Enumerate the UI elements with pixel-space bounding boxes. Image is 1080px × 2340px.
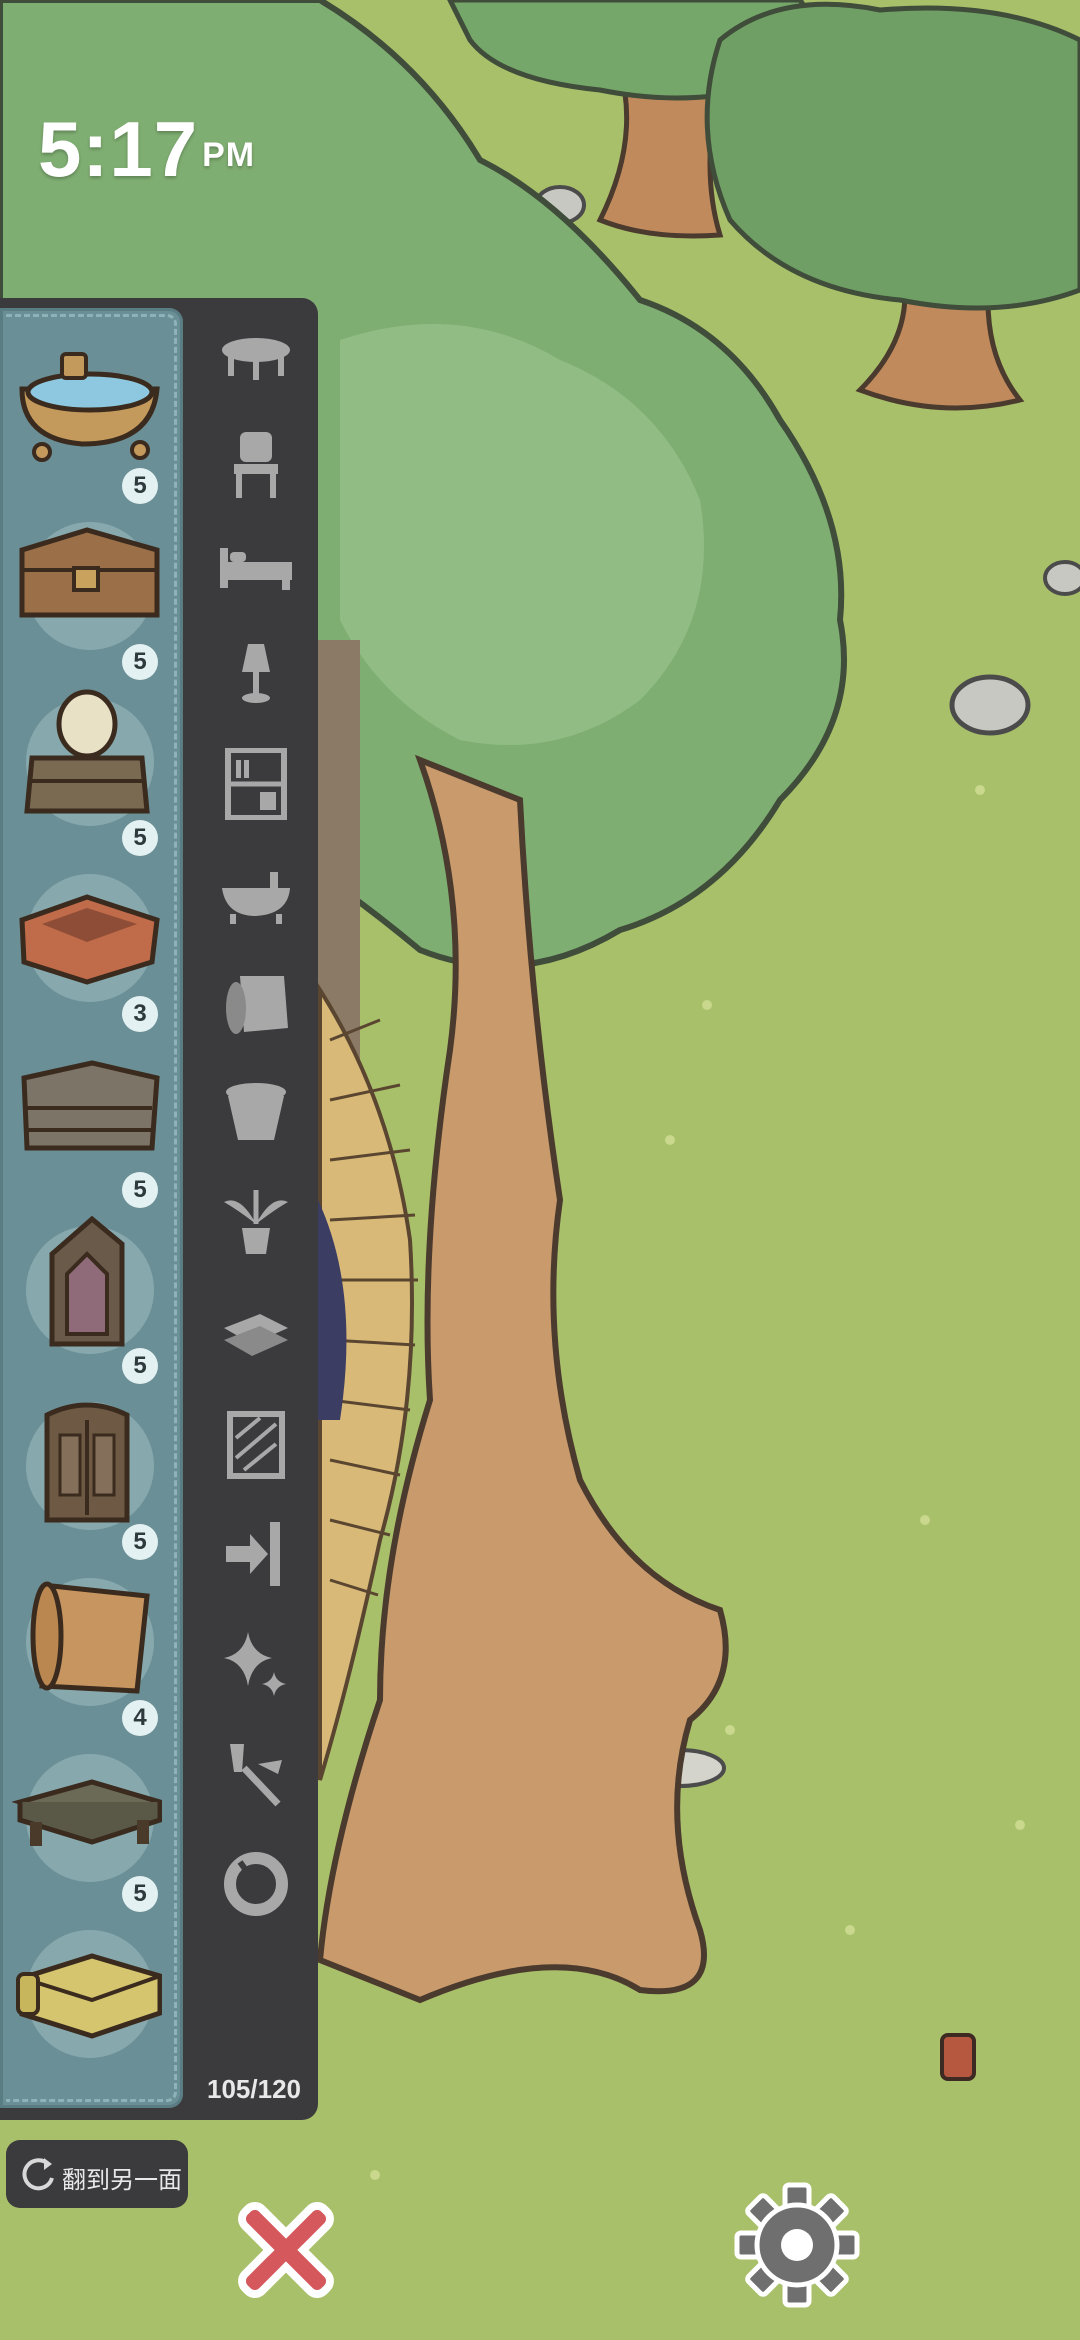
- rotate-icon: [22, 2158, 54, 2191]
- inventory-capacity: 105/120: [207, 2074, 301, 2104]
- close-icon: [238, 2202, 334, 2298]
- inventory-item-bathtub[interactable]: 5: [4, 328, 176, 504]
- category-planks[interactable]: [210, 1288, 300, 1378]
- category-chair[interactable]: [210, 418, 300, 508]
- bed-icon: [220, 548, 292, 590]
- category-tools[interactable]: [210, 1728, 300, 1818]
- item-count: 5: [122, 1876, 158, 1912]
- plant-icon: [224, 1190, 288, 1254]
- sofa-icon: [16, 1953, 162, 2039]
- clock-ampm: PM: [202, 136, 256, 174]
- wallpaper-icon: [227, 1411, 285, 1479]
- item-count: 5: [122, 644, 158, 680]
- shrine-cabinet-icon: [49, 1215, 125, 1347]
- rug-icon: [226, 976, 288, 1034]
- sparkle-icon: [224, 1632, 286, 1696]
- inventory-item-dresser[interactable]: 5: [4, 1032, 176, 1208]
- category-rug[interactable]: [210, 958, 300, 1048]
- dresser-icon: [21, 1060, 160, 1151]
- settings-button[interactable]: [734, 2182, 860, 2308]
- tray-icon: [19, 894, 160, 985]
- item-count: 5: [122, 468, 158, 504]
- item-count: 4: [122, 1700, 158, 1736]
- inventory-item-low-table[interactable]: 5: [4, 1736, 176, 1912]
- chest-icon: [19, 527, 160, 618]
- tools-icon: [230, 1744, 282, 1807]
- inventory-item-vanity[interactable]: 5: [4, 680, 176, 856]
- category-door[interactable]: [210, 1508, 300, 1598]
- item-count: 5: [122, 1172, 158, 1208]
- item-count: 5: [122, 1348, 158, 1384]
- bookshelf-icon: [225, 748, 287, 820]
- category-table[interactable]: [210, 318, 300, 408]
- bathtub-icon: [222, 872, 290, 924]
- low-table-icon: [12, 1779, 162, 1846]
- gear-icon: [734, 2182, 860, 2308]
- category-wallpaper[interactable]: [210, 1398, 300, 1488]
- lamp-icon: [242, 644, 270, 703]
- inventory-item-sofa[interactable]: [4, 1912, 176, 2088]
- item-count: 3: [122, 996, 158, 1032]
- inventory-panel: 5 5 5 3 5 5 5 4 5 105/120: [0, 298, 318, 2120]
- inventory-item-list[interactable]: 5 5 5 3 5 5 5 4 5: [0, 308, 183, 2108]
- inventory-item-shrine-cabinet[interactable]: 5: [4, 1208, 176, 1384]
- clock-time: 5:17: [38, 105, 199, 193]
- category-plant[interactable]: [210, 1178, 300, 1268]
- chair-icon: [234, 432, 278, 498]
- bathtub-icon: [19, 352, 160, 462]
- category-decor[interactable]: [210, 1618, 300, 1708]
- category-lamp[interactable]: [210, 628, 300, 718]
- clock: 5:17 PM: [38, 110, 255, 188]
- category-misc[interactable]: [210, 1838, 300, 1928]
- item-count: 5: [122, 820, 158, 856]
- category-bathtub[interactable]: [210, 848, 300, 938]
- inventory-item-wardrobe[interactable]: 5: [4, 1384, 176, 1560]
- close-button[interactable]: [226, 2190, 346, 2310]
- category-bookshelf[interactable]: [210, 738, 300, 828]
- vanity-mirror-icon: [24, 689, 150, 814]
- pot-icon: [226, 1083, 286, 1140]
- inventory-item-chest[interactable]: 5: [4, 504, 176, 680]
- item-count: 5: [122, 1524, 158, 1560]
- table-icon: [222, 338, 290, 380]
- rug-scroll-icon: [30, 1581, 150, 1694]
- inventory-item-tray[interactable]: 3: [4, 856, 176, 1032]
- inventory-item-rug-scroll[interactable]: 4: [4, 1560, 176, 1736]
- category-bed[interactable]: [210, 518, 300, 608]
- flip-side-label: 翻到另一面: [62, 2167, 182, 2194]
- door-icon: [226, 1522, 280, 1586]
- flip-side-button[interactable]: 翻到另一面: [6, 2140, 188, 2208]
- planks-icon: [224, 1314, 288, 1356]
- wardrobe-icon: [44, 1402, 130, 1523]
- ring-icon: [224, 1852, 288, 1916]
- category-pot[interactable]: [210, 1068, 300, 1158]
